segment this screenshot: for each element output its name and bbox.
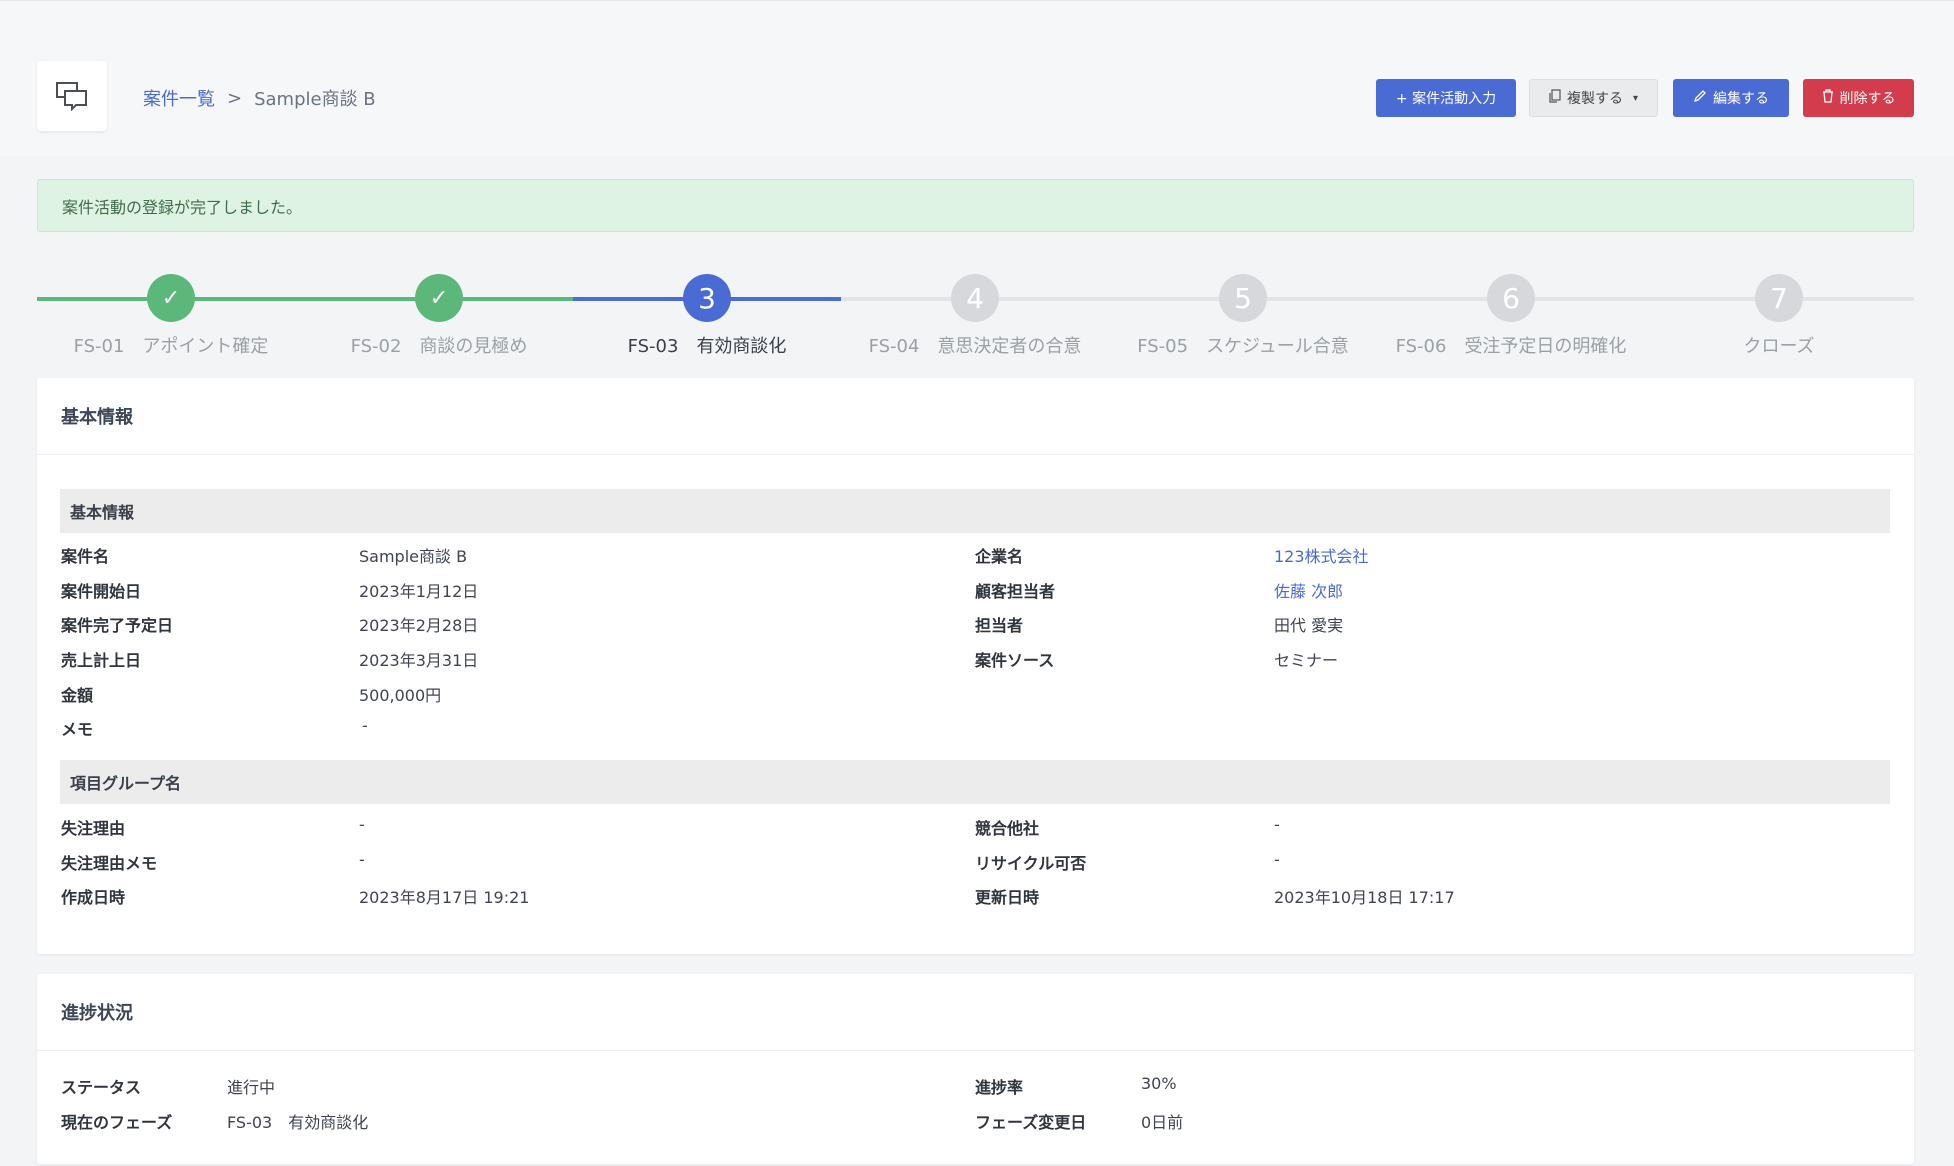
edit-label: 編集する (1713, 91, 1769, 107)
phase-7-name: クローズ (1743, 336, 1815, 357)
field-value-progress-rate: 30% (1141, 1074, 1177, 1093)
basic-info-card: 基本情報 基本情報 案件名 Sample商談 B 案件開始日 2023年1月12… (37, 378, 1914, 954)
field-value-start-date: 2023年1月12日 (359, 582, 479, 601)
phase-5-name: スケジュール合意 (1206, 336, 1349, 357)
phase-5-marker[interactable]: 5 (1219, 274, 1267, 322)
field-label-owner: 担当者 (975, 616, 1024, 635)
phase-1-label[interactable]: FS-01 アポイント確定 (74, 332, 269, 358)
stepper-line-completed (37, 297, 573, 301)
breadcrumb: 案件一覧 > Sample商談 B (143, 85, 376, 111)
field-label-competitor: 競合他社 (975, 819, 1040, 838)
trash-icon (1822, 89, 1834, 107)
field-label-lost-reason: 失注理由 (61, 819, 126, 838)
phase-stepper: ✓ FS-01 アポイント確定 ✓ FS-02 商談の見極め 3 FS-03 有効商談… (37, 268, 1914, 358)
field-label-lost-reason-memo: 失注理由メモ (61, 854, 158, 873)
field-value-end-date: 2023年2月28日 (359, 616, 479, 635)
field-label-revenue-date: 売上計上日 (61, 651, 142, 670)
field-value-status: 進行中 (227, 1078, 276, 1097)
field-label-end-date: 案件完了予定日 (61, 616, 174, 635)
duplicate-dropdown-button[interactable]: 複製する ▾ (1529, 79, 1658, 117)
field-label-amount: 金額 (61, 686, 94, 705)
caret-down-icon: ▾ (1632, 92, 1639, 104)
progress-card-title: 進捗状況 (37, 974, 1914, 1051)
item-group-section-header: 項目グループ名 (60, 760, 1890, 804)
field-value-lost-reason: - (359, 815, 365, 834)
phase-2-name: 商談の見極め (419, 336, 528, 357)
field-value-competitor: - (1274, 815, 1280, 834)
phase-3-code: FS-03 (627, 336, 679, 357)
phase-4-name: 意思決定者の合意 (937, 336, 1082, 357)
phase-3-label[interactable]: FS-03 有効商談化 (628, 332, 787, 358)
phase-5-label[interactable]: FS-05 スケジュール合意 (1137, 332, 1349, 358)
phase-1-code: FS-01 (73, 336, 125, 357)
basic-info-section-header: 基本情報 (60, 489, 1890, 533)
phase-7-marker[interactable]: 7 (1755, 274, 1803, 322)
field-value-lost-reason-memo: - (359, 850, 365, 869)
phase-6-code: FS-06 (1395, 336, 1447, 357)
field-value-created-at: 2023年8月17日 19:21 (359, 888, 530, 907)
field-label-progress-rate: 進捗率 (975, 1078, 1024, 1097)
delete-label: 削除する (1839, 91, 1896, 107)
basic-info-card-title: 基本情報 (37, 378, 1914, 455)
field-label-start-date: 案件開始日 (61, 582, 142, 601)
field-label-updated-at: 更新日時 (975, 888, 1040, 907)
company-link[interactable]: 123株式会社 (1274, 543, 1369, 567)
field-label-memo: メモ (61, 720, 94, 739)
phase-2-label[interactable]: FS-02 商談の見極め (351, 332, 528, 358)
phase-4-label[interactable]: FS-04 意思決定者の合意 (869, 332, 1082, 358)
field-value-source: セミナー (1274, 651, 1339, 670)
pencil-icon (1693, 89, 1707, 107)
field-value-phase-changed: 0日前 (1141, 1113, 1184, 1132)
add-activity-button[interactable]: + 案件活動入力 (1376, 79, 1516, 117)
phase-1-check-icon[interactable]: ✓ (147, 274, 195, 322)
phase-3-marker[interactable]: 3 (683, 274, 731, 322)
breadcrumb-separator: > (227, 87, 243, 109)
stepper-line-pending (841, 297, 1914, 301)
alert-message: 案件活動の登録が完了しました。 (62, 197, 303, 217)
chat-icon[interactable] (37, 61, 107, 131)
add-activity-label: + 案件活動入力 (1395, 91, 1497, 107)
phase-4-code: FS-04 (868, 336, 920, 357)
delete-button[interactable]: 削除する (1803, 79, 1914, 117)
phase-6-name: 受注予定日の明確化 (1464, 336, 1627, 357)
phase-2-check-icon[interactable]: ✓ (415, 274, 463, 322)
duplicate-label: 複製する (1566, 91, 1623, 107)
phase-3-name: 有効商談化 (696, 336, 787, 357)
field-label-phase-changed: フェーズ変更日 (975, 1113, 1087, 1132)
customer-contact-link[interactable]: 佐藤 次郎 (1274, 578, 1343, 602)
field-value-deal-name: Sample商談 B (359, 547, 468, 566)
field-label-company: 企業名 (975, 547, 1024, 566)
field-value-current-phase: FS-03 有効商談化 (227, 1113, 369, 1132)
field-value-recyclable: - (1274, 850, 1280, 869)
success-alert: 案件活動の登録が完了しました。 (37, 179, 1914, 232)
breadcrumb-current: Sample商談 B (254, 89, 376, 110)
field-value-amount: 500,000円 (359, 686, 442, 705)
field-value-owner: 田代 愛実 (1274, 616, 1344, 635)
phase-1-name: アポイント確定 (142, 336, 269, 357)
edit-button[interactable]: 編集する (1673, 79, 1789, 117)
top-bar: 案件一覧 > Sample商談 B + 案件活動入力 複製する ▾ 編集する 削… (0, 0, 1954, 156)
copy-icon (1549, 89, 1561, 107)
progress-card: 進捗状況 ステータス 進行中 現在のフェーズ FS-03 有効商談化 進捗率 3… (37, 974, 1914, 1164)
phase-7-label[interactable]: クローズ (1743, 332, 1814, 358)
field-value-revenue-date: 2023年3月31日 (359, 651, 479, 670)
breadcrumb-parent-link[interactable]: 案件一覧 (143, 85, 215, 111)
field-label-recyclable: リサイクル可否 (975, 854, 1087, 873)
phase-6-label[interactable]: FS-06 受注予定日の明確化 (1396, 332, 1627, 358)
field-value-updated-at: 2023年10月18日 17:17 (1274, 888, 1455, 907)
field-value-memo: - (362, 716, 368, 735)
field-label-status: ステータス (61, 1078, 142, 1097)
field-label-deal-name: 案件名 (61, 547, 110, 566)
phase-5-code: FS-05 (1137, 336, 1189, 357)
field-label-source: 案件ソース (975, 651, 1055, 670)
phase-4-marker[interactable]: 4 (951, 274, 999, 322)
field-label-customer-contact: 顧客担当者 (975, 582, 1056, 601)
field-label-current-phase: 現在のフェーズ (61, 1113, 173, 1132)
field-label-created-at: 作成日時 (61, 888, 126, 907)
phase-2-code: FS-02 (350, 336, 402, 357)
phase-6-marker[interactable]: 6 (1487, 274, 1535, 322)
